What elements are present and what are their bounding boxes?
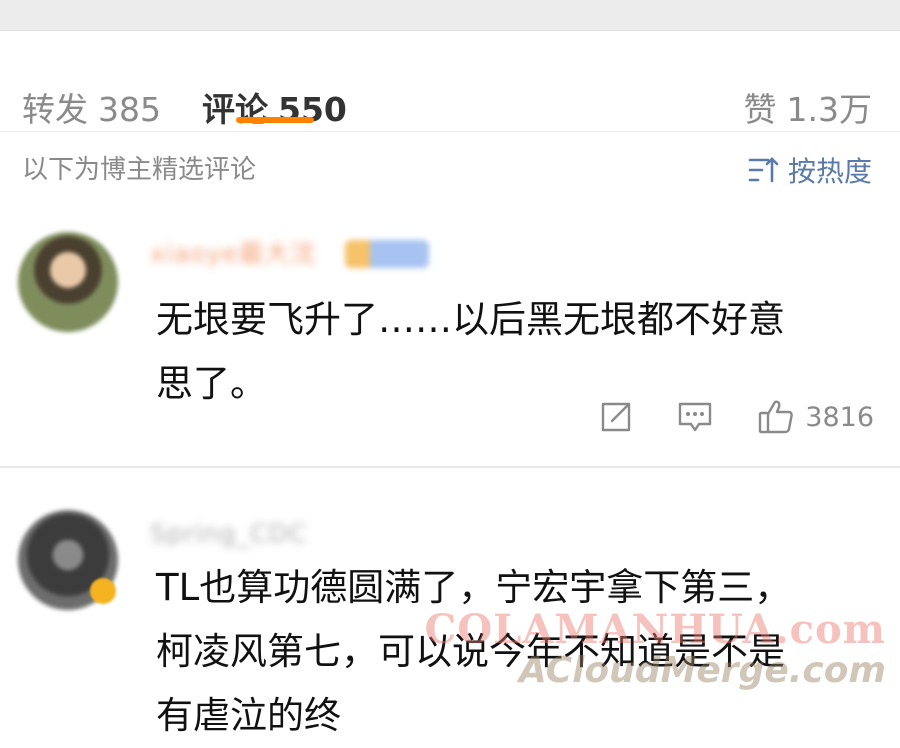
tab-comments[interactable]: 评论 550 <box>202 88 347 132</box>
verified-badge-icon <box>90 578 116 604</box>
user-badge <box>345 240 429 268</box>
tab-reposts[interactable]: 转发 385 <box>22 88 161 132</box>
comment-icon <box>679 402 712 432</box>
avatar[interactable] <box>18 232 118 332</box>
like-count: 3816 <box>805 401 874 433</box>
active-tab-indicator <box>236 117 314 123</box>
comment-text: TL也算功德圆满了，宁宏宇拿下第三，柯凌风第七，可以说今年不知道是不是有虐泣的终 <box>156 566 792 737</box>
comment-username[interactable]: xiaoye最大沈 <box>150 236 317 272</box>
top-bar <box>0 0 900 31</box>
tab-likes-count: 1.3万 <box>786 90 872 129</box>
comment-username[interactable]: Spring_CDC <box>150 516 307 552</box>
tab-reposts-label: 转发 <box>22 90 88 129</box>
thumbs-up-icon <box>759 400 794 434</box>
comment-item: xiaoye最大沈 无垠要飞升了……以后黑无垠都不好意思了。 3816 <box>0 220 900 468</box>
comment-item: Spring_CDC TL也算功德圆满了，宁宏宇拿下第三，柯凌风第七，可以说今年… <box>0 490 900 737</box>
sort-label: 按热度 <box>787 155 872 188</box>
featured-comments-label: 以下为博主精选评论 <box>22 155 257 185</box>
tab-comments-count: 550 <box>278 90 347 129</box>
tab-reposts-count: 385 <box>98 90 161 129</box>
like-button[interactable]: 3816 <box>757 398 874 436</box>
sort-icon <box>748 157 779 183</box>
tab-comments-label: 评论 <box>202 90 268 129</box>
share-icon <box>602 402 631 432</box>
tab-likes-label: 赞 <box>743 90 777 129</box>
reply-button[interactable] <box>677 400 713 434</box>
comment-actions: 3816 <box>555 395 874 439</box>
tab-likes[interactable]: 赞 1.3万 <box>744 88 872 132</box>
sort-button[interactable]: 按热度 <box>748 150 872 190</box>
share-button[interactable] <box>599 400 633 434</box>
tab-bar: 转发 385 评论 550 赞 1.3万 <box>0 30 900 132</box>
